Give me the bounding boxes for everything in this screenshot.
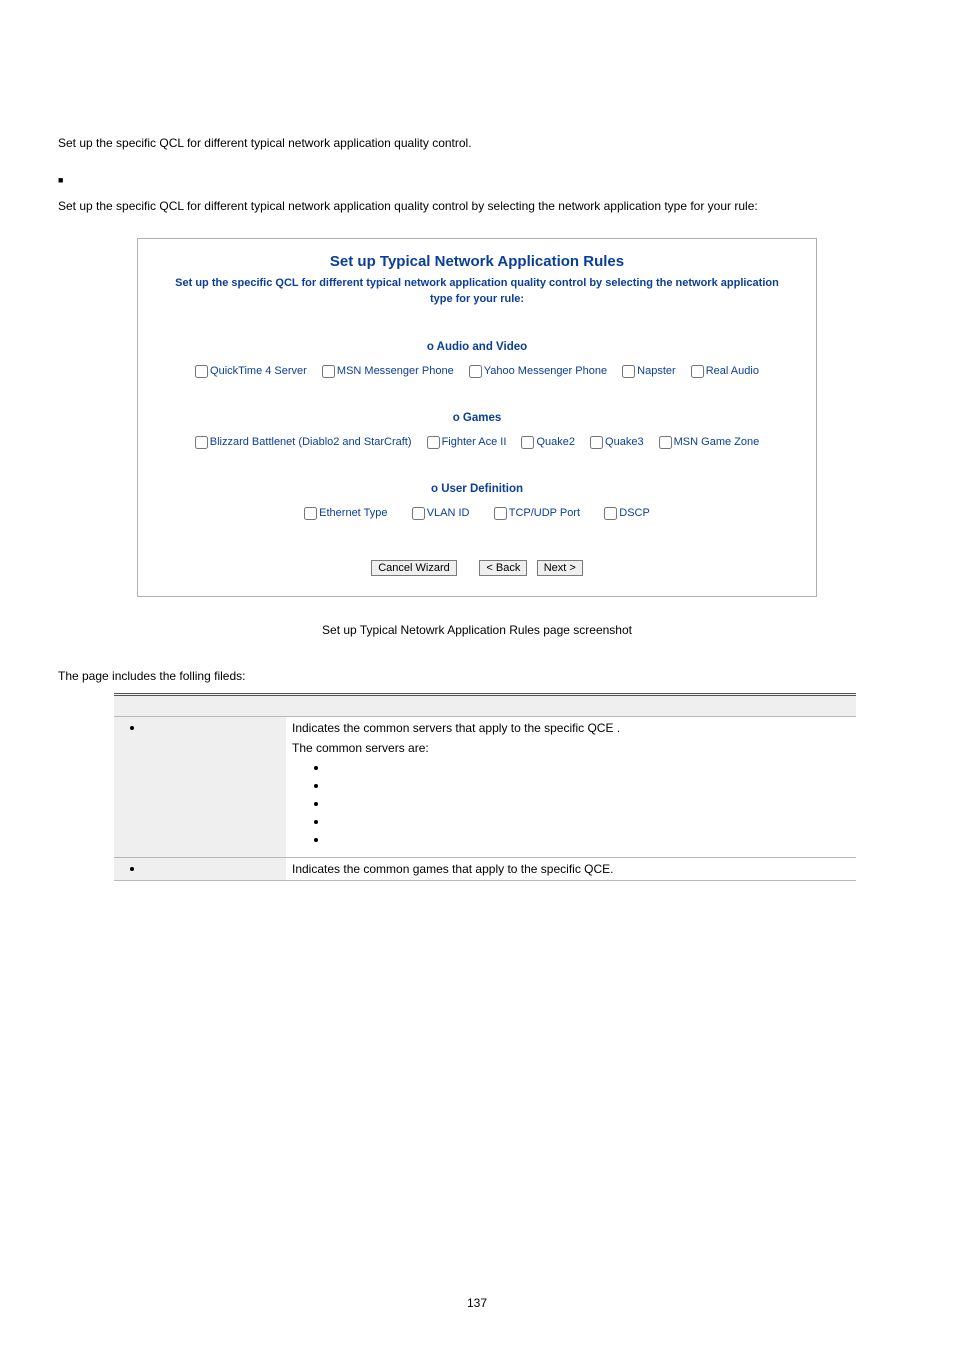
section-games: o Games <box>138 396 816 436</box>
checkbox-ethernet-type[interactable]: Ethernet Type <box>304 507 387 519</box>
checkbox-tcp-udp-port[interactable]: TCP/UDP Port <box>494 507 580 519</box>
second-paragraph: Set up the specific QCL for different ty… <box>58 193 896 221</box>
checkbox-quake2[interactable]: Quake2 <box>521 436 575 448</box>
audio-checkbox-row: QuickTime 4 Server MSN Messenger Phone Y… <box>138 365 816 396</box>
bullet-icon <box>314 838 318 842</box>
bullet-icon <box>130 867 134 871</box>
audio-video-desc2: The common servers are: <box>292 741 850 755</box>
table-row: Indicates the common servers that apply … <box>114 716 856 857</box>
bullet-icon <box>314 820 318 824</box>
bullet-icon <box>314 802 318 806</box>
checkbox-quake3[interactable]: Quake3 <box>590 436 644 448</box>
checkbox-napster[interactable]: Napster <box>622 365 676 377</box>
bullet-icon <box>130 726 134 730</box>
wizard-title: Set up Typical Network Application Rules <box>138 239 816 272</box>
next-button[interactable]: Next > <box>537 560 583 576</box>
checkbox-yahoo-messenger[interactable]: Yahoo Messenger Phone <box>469 365 607 377</box>
games-checkbox-row: Blizzard Battlenet (Diablo2 and StarCraf… <box>138 436 816 467</box>
audio-video-desc1: Indicates the common servers that apply … <box>292 721 850 735</box>
square-bullet-icon: ■ <box>58 176 896 185</box>
screenshot-caption: Set up Typical Netowrk Application Rules… <box>58 623 896 637</box>
wizard-button-row: Cancel Wizard < Back Next > <box>138 538 816 582</box>
checkbox-real-audio[interactable]: Real Audio <box>691 365 759 377</box>
back-button[interactable]: < Back <box>479 560 527 576</box>
bullet-icon <box>314 766 318 770</box>
table-header-row <box>114 694 856 716</box>
wizard-subtitle: Set up the specific QCL for different ty… <box>138 272 816 325</box>
games-desc: Indicates the common games that apply to… <box>292 862 850 876</box>
checkbox-msn-game-zone[interactable]: MSN Game Zone <box>659 436 760 448</box>
checkbox-quicktime[interactable]: QuickTime 4 Server <box>195 365 307 377</box>
fields-table: Indicates the common servers that apply … <box>114 693 856 881</box>
checkbox-dscp[interactable]: DSCP <box>604 507 650 519</box>
page-number: 137 <box>0 1296 954 1310</box>
section-user-definition: o User Definition <box>138 467 816 507</box>
table-row: Indicates the common games that apply to… <box>114 857 856 880</box>
intro-paragraph: Set up the specific QCL for different ty… <box>58 130 896 158</box>
checkbox-blizzard[interactable]: Blizzard Battlenet (Diablo2 and StarCraf… <box>195 436 412 448</box>
cancel-wizard-button[interactable]: Cancel Wizard <box>371 560 457 576</box>
bullet-icon <box>314 784 318 788</box>
checkbox-msn-messenger[interactable]: MSN Messenger Phone <box>322 365 454 377</box>
checkbox-vlan-id[interactable]: VLAN ID <box>412 507 470 519</box>
section-audio-video: o Audio and Video <box>138 325 816 365</box>
fields-intro: The page includes the folling fileds: <box>58 669 896 683</box>
user-checkbox-row: Ethernet Type VLAN ID TCP/UDP Port DSCP <box>138 507 816 538</box>
wizard-screenshot: Set up Typical Network Application Rules… <box>137 238 817 597</box>
checkbox-fighter-ace[interactable]: Fighter Ace II <box>427 436 507 448</box>
